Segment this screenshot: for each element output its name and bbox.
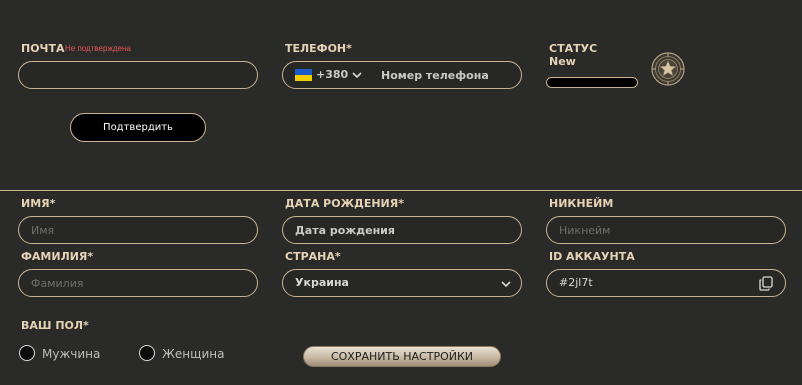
status-value: New [549, 55, 576, 68]
status-progress-bar [546, 77, 638, 88]
account-id-label: ID АККАУНТА [549, 250, 635, 263]
confirm-email-button[interactable]: Подтвердить [70, 113, 206, 142]
section-divider [0, 190, 802, 191]
nickname-input[interactable] [559, 217, 773, 243]
star-badge-icon [651, 52, 685, 86]
birth-date-field[interactable] [282, 216, 522, 244]
nickname-field[interactable] [546, 216, 786, 244]
email-field[interactable] [18, 61, 258, 89]
first-name-label: ИМЯ* [21, 197, 56, 210]
country-label: СТРАНА* [285, 250, 341, 263]
account-id-value: #2jl7t [559, 276, 593, 289]
copy-icon[interactable] [759, 276, 773, 291]
first-name-input[interactable] [31, 217, 245, 243]
radio-male-label[interactable]: Мужчина [42, 347, 100, 361]
chevron-down-icon [501, 281, 511, 288]
birth-date-label: ДАТА РОЖДЕНИЯ* [285, 197, 404, 210]
nickname-label: НИКНЕЙМ [549, 197, 614, 210]
country-code: +380 [316, 68, 349, 81]
last-name-input[interactable] [31, 270, 245, 296]
country-select[interactable]: Украина [282, 269, 522, 297]
chevron-down-icon [352, 72, 362, 79]
status-label: СТАТУС [549, 42, 598, 55]
email-input[interactable] [31, 62, 245, 88]
phone-number-input[interactable] [381, 62, 509, 88]
radio-female[interactable] [139, 345, 155, 361]
radio-female-label[interactable]: Женщина [162, 347, 224, 361]
phone-label: ТЕЛЕФОН* [285, 42, 352, 55]
save-settings-button[interactable]: СОХРАНИТЬ НАСТРОЙКИ [303, 346, 501, 367]
country-code-selector[interactable]: +380 [295, 62, 365, 88]
last-name-label: ФАМИЛИЯ* [21, 250, 94, 263]
first-name-field[interactable] [18, 216, 258, 244]
radio-male[interactable] [19, 345, 35, 361]
account-id-field: #2jl7t [546, 269, 786, 297]
email-unverified-badge: Не подтверждена [65, 44, 131, 53]
email-label: ПОЧТА [21, 42, 65, 55]
gender-label: ВАШ ПОЛ* [21, 319, 89, 332]
phone-field[interactable]: +380 [282, 61, 522, 89]
last-name-field[interactable] [18, 269, 258, 297]
country-value: Украина [295, 276, 349, 289]
birth-date-input[interactable] [295, 217, 509, 243]
